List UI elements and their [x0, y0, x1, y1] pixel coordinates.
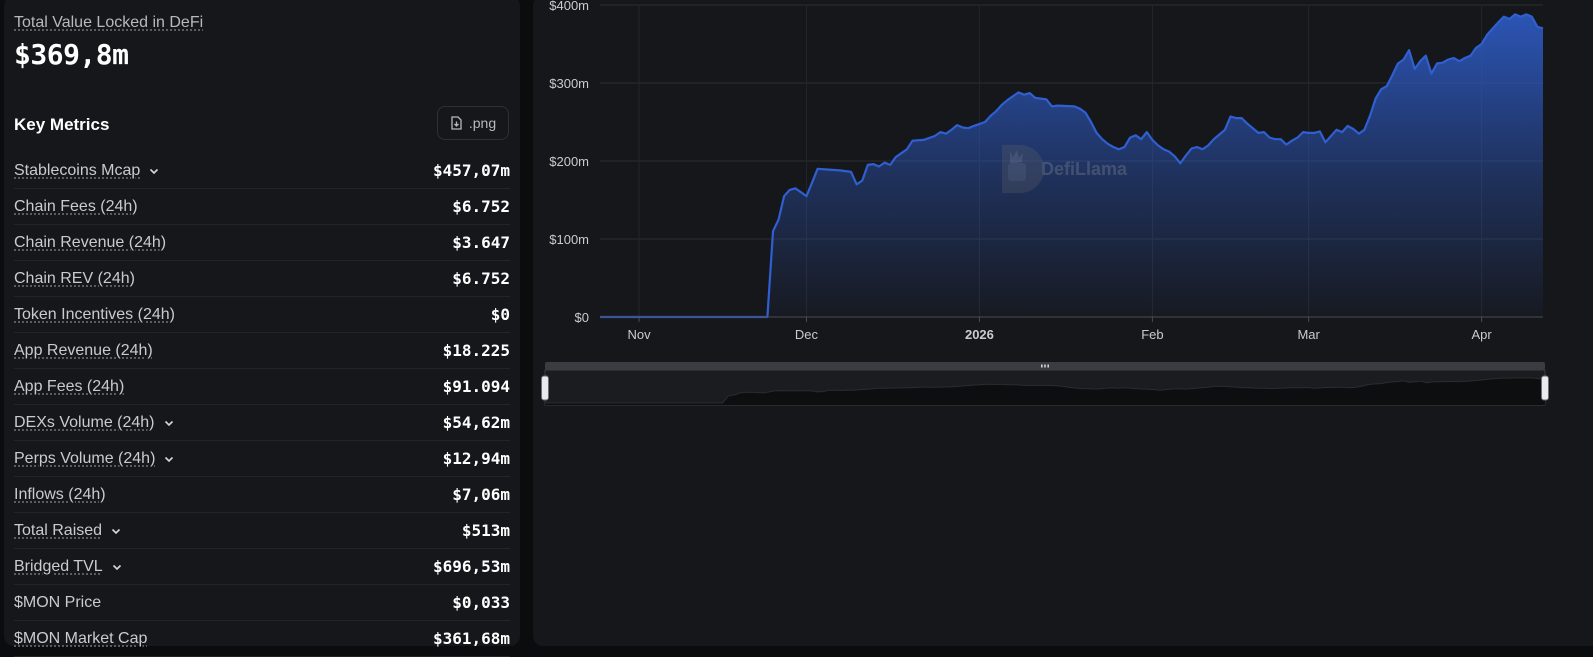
metric-value: $6.752: [452, 269, 510, 288]
brush-grip-icon[interactable]: [1041, 364, 1049, 368]
brush-handle-left[interactable]: [541, 375, 549, 401]
metric-row: Chain Revenue (24h) $3.647: [14, 225, 510, 261]
y-tick-label: $200m: [549, 154, 589, 169]
metric-row: $MON Price $0,033: [14, 585, 510, 621]
metric-label: Token Incentives (24h): [14, 306, 175, 324]
metric-label-text[interactable]: DEXs Volume (24h): [14, 414, 155, 432]
metric-label-text[interactable]: Chain Fees (24h): [14, 198, 138, 216]
x-tick-label: Apr: [1472, 327, 1493, 342]
metric-value: $696,53m: [432, 557, 510, 576]
metric-row: App Fees (24h) $91.094: [14, 369, 510, 405]
metric-label[interactable]: DEXs Volume (24h): [14, 414, 175, 432]
x-tick-label: Dec: [795, 327, 819, 342]
watermark-text: DefiLlama: [1041, 159, 1128, 179]
metric-value: $0: [490, 305, 510, 324]
metric-value: $7,06m: [452, 485, 510, 504]
metric-label-text[interactable]: App Revenue (24h): [14, 342, 153, 360]
metric-label[interactable]: Stablecoins Mcap: [14, 162, 160, 180]
metric-label-text[interactable]: Bridged TVL: [14, 558, 103, 576]
metric-label: App Fees (24h): [14, 378, 124, 396]
metric-row: Token Incentives (24h) $0: [14, 297, 510, 333]
metric-label[interactable]: Bridged TVL: [14, 558, 123, 576]
metric-row: Inflows (24h) $7,06m: [14, 477, 510, 513]
metric-value: $18.225: [442, 341, 510, 360]
metric-row: Stablecoins Mcap $457,07m: [14, 153, 510, 189]
chevron-down-icon[interactable]: [110, 525, 122, 537]
y-tick-label: $300m: [549, 76, 589, 91]
key-metrics-list: Stablecoins Mcap $457,07m Chain Fees (24h)…: [14, 153, 510, 657]
metric-row: Bridged TVL $696,53m: [14, 549, 510, 585]
x-tick-label: Feb: [1141, 327, 1163, 342]
metric-label-text[interactable]: Total Raised: [14, 522, 102, 540]
metric-label: Chain Fees (24h): [14, 198, 138, 216]
chevron-down-icon[interactable]: [163, 453, 175, 465]
metric-value: $361,68m: [432, 629, 510, 648]
metric-label: $MON Market Cap: [14, 630, 147, 648]
export-png-button[interactable]: .png: [437, 106, 509, 140]
y-tick-label: $400m: [549, 0, 589, 13]
metric-value: $12,94m: [442, 449, 510, 468]
metric-label-text[interactable]: $MON Market Cap: [14, 630, 147, 648]
tvl-value: $369,8m: [14, 38, 129, 71]
metric-row: Chain REV (24h) $6.752: [14, 261, 510, 297]
metric-value: $0,033: [452, 593, 510, 612]
file-download-icon: [450, 116, 463, 130]
metric-label-text[interactable]: Inflows (24h): [14, 486, 106, 504]
x-tick-label: Mar: [1297, 327, 1320, 342]
metric-value: $513m: [461, 521, 510, 540]
metric-value: $91.094: [442, 377, 510, 396]
y-tick-label: $0: [575, 310, 589, 325]
metric-value: $457,07m: [432, 161, 510, 180]
metric-row: Chain Fees (24h) $6.752: [14, 189, 510, 225]
export-png-label: .png: [468, 115, 497, 131]
metric-value: $6.752: [452, 197, 510, 216]
x-tick-label: Nov: [627, 327, 651, 342]
metric-row: DEXs Volume (24h) $54,62m: [14, 405, 510, 441]
chevron-down-icon[interactable]: [148, 165, 160, 177]
metric-label: $MON Price: [14, 594, 101, 612]
metric-row: Perps Volume (24h) $12,94m: [14, 441, 510, 477]
metric-label-text: $MON Price: [14, 593, 102, 611]
brush-handle-right[interactable]: [1541, 375, 1549, 401]
metric-row: $MON Market Cap $361,68m: [14, 621, 510, 657]
tvl-label[interactable]: Total Value Locked in DeFi: [14, 14, 203, 32]
metric-label: Chain Revenue (24h): [14, 234, 166, 252]
metric-label[interactable]: Total Raised: [14, 522, 122, 540]
metric-label-text[interactable]: Stablecoins Mcap: [14, 162, 140, 180]
chevron-down-icon[interactable]: [163, 417, 175, 429]
metric-label: Chain REV (24h): [14, 270, 135, 288]
metric-label: Inflows (24h): [14, 486, 106, 504]
key-metrics-title: Key Metrics: [14, 115, 110, 134]
tvl-chart[interactable]: $0 $100m $200m $300m $400m Nov Dec 2026 Feb Mar Ap…: [533, 0, 1593, 636]
metric-label: App Revenue (24h): [14, 342, 153, 360]
metric-label-text[interactable]: Chain Revenue (24h): [14, 234, 166, 252]
metric-row: App Revenue (24h) $18.225: [14, 333, 510, 369]
metric-row: Total Raised $513m: [14, 513, 510, 549]
metric-label-text[interactable]: Token Incentives (24h): [14, 306, 175, 324]
metric-label-text[interactable]: App Fees (24h): [14, 378, 124, 396]
chevron-down-icon[interactable]: [111, 561, 123, 573]
metric-label-text[interactable]: Perps Volume (24h): [14, 450, 155, 468]
metric-value: $54,62m: [442, 413, 510, 432]
y-tick-label: $100m: [549, 232, 589, 247]
metric-label-text[interactable]: Chain REV (24h): [14, 270, 135, 288]
x-tick-label: 2026: [965, 327, 994, 342]
metric-value: $3.647: [452, 233, 510, 252]
metric-label[interactable]: Perps Volume (24h): [14, 450, 175, 468]
